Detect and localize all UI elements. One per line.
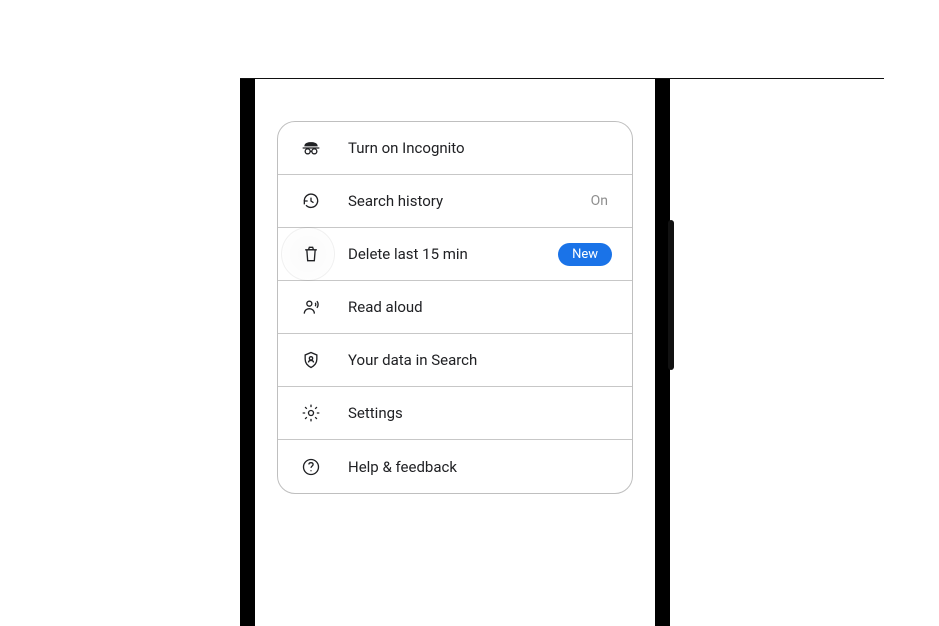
gear-icon	[296, 398, 326, 428]
menu-item-label: Delete last 15 min	[348, 245, 558, 263]
menu-item-your-data[interactable]: Your data in Search	[278, 334, 632, 387]
menu-item-search-history[interactable]: Search history On	[278, 175, 632, 228]
read-aloud-icon	[296, 292, 326, 322]
menu-item-label: Search history	[348, 192, 591, 210]
phone-frame: Turn on Incognito Search history On	[240, 79, 670, 626]
menu-item-label: Your data in Search	[348, 351, 614, 369]
menu-item-label: Turn on Incognito	[348, 139, 614, 157]
incognito-icon	[296, 133, 326, 163]
phone-screen: Turn on Incognito Search history On	[255, 79, 655, 626]
phone-side-button	[668, 220, 674, 370]
new-badge: New	[558, 243, 612, 266]
menu-item-incognito[interactable]: Turn on Incognito	[278, 122, 632, 175]
overflow-menu: Turn on Incognito Search history On	[277, 121, 633, 494]
menu-item-trailing: On	[591, 193, 608, 209]
menu-item-label: Settings	[348, 404, 614, 422]
history-icon	[296, 186, 326, 216]
help-icon	[296, 452, 326, 482]
menu-item-help[interactable]: Help & feedback	[278, 440, 632, 493]
trash-icon	[296, 239, 326, 269]
menu-item-label: Read aloud	[348, 298, 614, 316]
menu-item-delete-last-15[interactable]: Delete last 15 min New	[278, 228, 632, 281]
shield-icon	[296, 345, 326, 375]
menu-item-label: Help & feedback	[348, 458, 614, 476]
menu-item-read-aloud[interactable]: Read aloud	[278, 281, 632, 334]
menu-item-settings[interactable]: Settings	[278, 387, 632, 440]
